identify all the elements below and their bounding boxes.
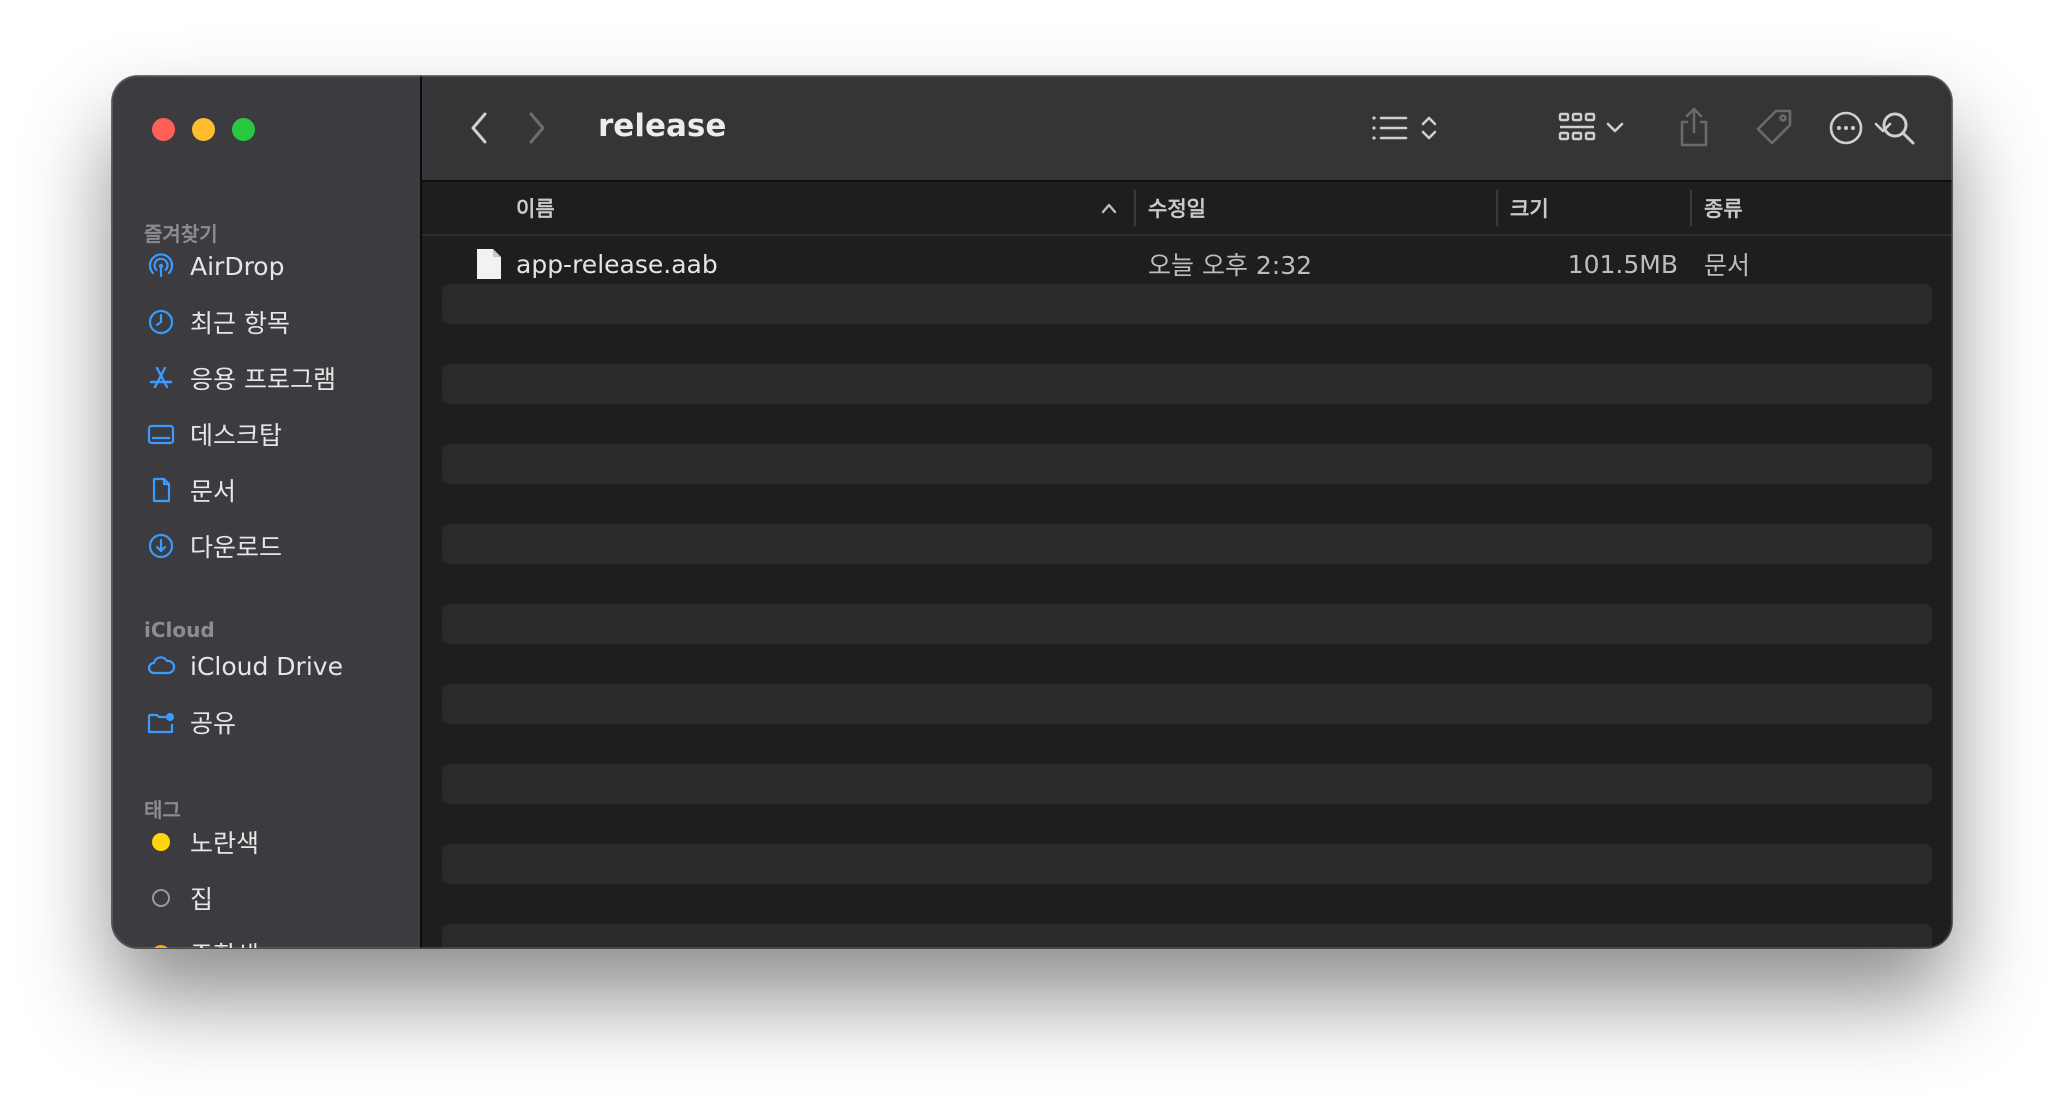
sidebar-item-applications[interactable]: 응용 프로그램 (146, 358, 406, 398)
column-header: 이름 수정일 크기 종류 (422, 182, 1952, 236)
clock-icon (146, 307, 176, 337)
sidebar-tag-home[interactable]: 집 (146, 878, 406, 918)
column-separator[interactable] (1496, 190, 1498, 226)
forward-button[interactable] (522, 110, 552, 146)
sidebar-item-airdrop[interactable]: AirDrop (146, 246, 406, 286)
list-view-icon (1372, 116, 1408, 140)
desktop-icon (146, 419, 176, 449)
window-title: release (598, 108, 727, 144)
sidebar-item-label: 데스크탑 (190, 421, 283, 450)
column-kind[interactable]: 종류 (1704, 182, 1924, 234)
sidebar-tag-yellow[interactable]: 노란색 (146, 822, 406, 862)
empty-row (442, 764, 1932, 804)
cloud-icon (146, 651, 176, 681)
sidebar-item-shared[interactable]: 공유 (146, 702, 406, 742)
chevron-right-icon (529, 112, 545, 144)
favorites-section-label: 즐겨찾기 (144, 222, 218, 246)
content-area: release 이름 수정일 크기 종류 app-release.aab 오늘 … (422, 76, 1952, 948)
sidebar-item-label: 노란색 (190, 829, 260, 858)
empty-row (442, 604, 1932, 644)
column-kind-label: 종류 (1704, 197, 1743, 221)
chevron-left-icon (471, 112, 487, 144)
sidebar-item-label: AirDrop (190, 251, 285, 281)
zoom-button[interactable] (232, 118, 255, 141)
close-button[interactable] (152, 118, 175, 141)
shared-folder-icon (146, 707, 176, 737)
airdrop-icon (146, 251, 176, 281)
search-button[interactable] (1878, 108, 1918, 148)
share-button[interactable] (1674, 104, 1714, 150)
sidebar-item-recents[interactable]: 최근 항목 (146, 302, 406, 342)
column-size[interactable]: 크기 (1510, 182, 1690, 234)
file-modified: 오늘 오후 2:32 (1148, 251, 1313, 280)
icloud-section-label: iCloud (144, 618, 215, 642)
file-icon (477, 249, 501, 279)
share-icon (1680, 107, 1708, 147)
sidebar-item-label: 다운로드 (190, 533, 283, 562)
column-modified-label: 수정일 (1148, 197, 1206, 221)
sidebar-item-label: 응용 프로그램 (190, 365, 336, 394)
sidebar-item-label: iCloud Drive (190, 651, 343, 681)
sidebar-item-icloud-drive[interactable]: iCloud Drive (146, 646, 406, 686)
toolbar: release (422, 76, 1952, 182)
document-icon (146, 475, 176, 505)
tag-icon (1756, 109, 1792, 145)
chevron-down-icon (1606, 122, 1624, 133)
applications-icon (146, 363, 176, 393)
group-button[interactable] (1550, 108, 1632, 148)
sidebar-item-label: 문서 (190, 477, 237, 506)
window-controls (152, 118, 255, 141)
empty-row (442, 524, 1932, 564)
tag-button[interactable] (1752, 104, 1796, 150)
sidebar-item-label: 공유 (190, 709, 237, 738)
table-row[interactable]: app-release.aab 오늘 오후 2:32 101.5MB 문서 (422, 236, 1952, 292)
tags-section-label: 태그 (144, 798, 181, 822)
empty-row (442, 844, 1932, 884)
empty-row (442, 924, 1932, 948)
minimize-button[interactable] (192, 118, 215, 141)
grid-group-icon (1558, 112, 1596, 141)
ellipsis-circle-icon (1829, 111, 1863, 145)
empty-tag-dot (152, 889, 170, 907)
file-name: app-release.aab (516, 249, 718, 279)
back-button[interactable] (464, 110, 494, 146)
search-icon (1882, 112, 1915, 145)
column-separator[interactable] (1690, 190, 1692, 226)
column-modified[interactable]: 수정일 (1148, 182, 1488, 234)
sidebar-item-downloads[interactable]: 다운로드 (146, 526, 406, 566)
sidebar-item-label: 주황색 (190, 936, 259, 948)
up-down-chevron-icon (1421, 116, 1437, 140)
column-name-label: 이름 (516, 197, 555, 221)
column-name[interactable]: 이름 (516, 182, 956, 234)
orange-tag-dot (152, 945, 170, 948)
sidebar-item-documents[interactable]: 문서 (146, 470, 406, 510)
sidebar-tag-orange[interactable]: 주황색 (146, 934, 406, 948)
sidebar-item-label: 집 (190, 885, 214, 914)
file-size: 101.5MB (1567, 249, 1678, 279)
sidebar-item-desktop[interactable]: 데스크탑 (146, 414, 406, 454)
empty-row (442, 444, 1932, 484)
yellow-tag-dot (152, 833, 170, 851)
view-options-button[interactable] (1364, 108, 1446, 148)
sidebar: 즐겨찾기 AirDrop 최근 항목 응용 프로그램 데스크탑 문서 다운로드 … (112, 76, 422, 948)
sidebar-item-label: 최근 항목 (190, 309, 290, 338)
file-list: app-release.aab 오늘 오후 2:32 101.5MB 문서 (422, 236, 1952, 948)
download-icon (146, 531, 176, 561)
sort-ascending-icon (1101, 203, 1117, 214)
column-size-label: 크기 (1510, 197, 1549, 221)
finder-window: 즐겨찾기 AirDrop 최근 항목 응용 프로그램 데스크탑 문서 다운로드 … (112, 76, 1952, 948)
file-kind: 문서 (1704, 251, 1751, 280)
empty-row (442, 684, 1932, 724)
column-separator[interactable] (1134, 190, 1136, 226)
empty-row (442, 364, 1932, 404)
